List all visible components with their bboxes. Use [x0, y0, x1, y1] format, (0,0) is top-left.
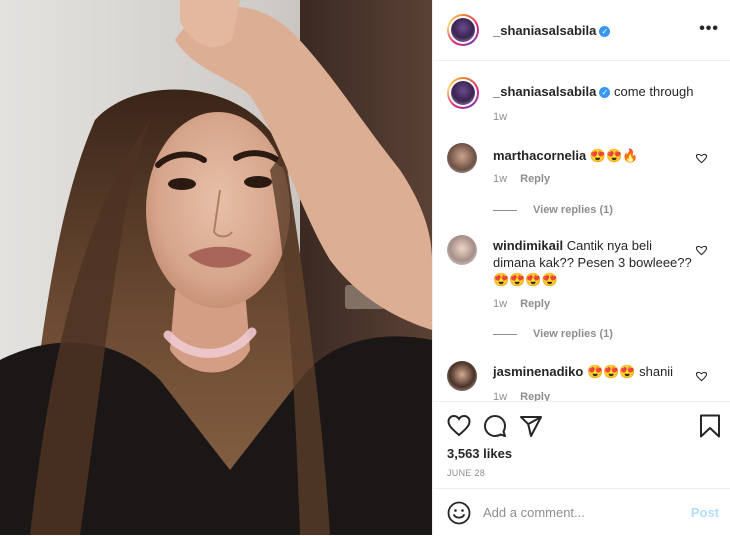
reply-button[interactable]: Reply — [520, 391, 550, 401]
author-avatar[interactable] — [447, 14, 479, 46]
comment-like-heart-icon[interactable] — [696, 245, 707, 256]
comment-text: 😍😍🔥 — [589, 148, 639, 163]
bookmark-icon[interactable] — [699, 414, 721, 438]
author-name-row: _shaniasalsabila ✓ — [493, 22, 611, 40]
commenter-avatar[interactable] — [447, 143, 477, 173]
post-photo[interactable] — [0, 0, 432, 535]
post-side-panel: _shaniasalsabila ✓ ••• _shaniasalsabila ✓ … — [432, 0, 730, 535]
view-replies-button[interactable]: View replies (1) — [493, 204, 613, 216]
comment-input[interactable] — [483, 501, 683, 523]
more-options-icon[interactable]: ••• — [699, 20, 719, 38]
instagram-post: _shaniasalsabila ✓ ••• _shaniasalsabila ✓ … — [0, 0, 730, 535]
emoji-smiley-icon[interactable] — [447, 501, 471, 525]
commenter-avatar[interactable] — [447, 361, 477, 391]
portrait-photo-image — [0, 0, 432, 535]
comment-text-row: windimikail Cantik nya beli dimana kak??… — [493, 237, 693, 288]
post-actions: 3,563 likes JUNE 28 Post — [433, 401, 730, 535]
author-username[interactable]: _shaniasalsabila — [493, 23, 596, 38]
comment-meta: 1w Reply — [493, 298, 560, 310]
reply-button[interactable]: Reply — [520, 173, 550, 185]
post-comment-button[interactable]: Post — [691, 505, 719, 520]
caption-text-row: _shaniasalsabila ✓ come through — [493, 83, 723, 100]
author-avatar-image — [451, 18, 475, 42]
comment-like-heart-icon[interactable] — [696, 153, 707, 164]
comments-list[interactable]: _shaniasalsabila ✓ come through 1w martha… — [433, 61, 730, 401]
comment-time[interactable]: 1w — [493, 298, 507, 310]
comment-username[interactable]: jasminenadiko — [493, 364, 583, 379]
view-replies-button[interactable]: View replies (1) — [493, 328, 613, 340]
like-count[interactable]: 3,563 likes — [447, 446, 512, 461]
caption-meta: 1w — [493, 111, 517, 123]
comment-meta: 1w Reply — [493, 173, 560, 185]
caption-username[interactable]: _shaniasalsabila — [493, 84, 596, 99]
post-header: _shaniasalsabila ✓ ••• — [433, 0, 730, 61]
verified-badge-icon: ✓ — [599, 87, 611, 98]
caption-time[interactable]: 1w — [493, 111, 507, 123]
comment-text-row: jasminenadiko 😍😍😍 shanii — [493, 363, 693, 380]
comment-like-heart-icon[interactable] — [696, 371, 707, 382]
paper-plane-icon[interactable] — [519, 414, 543, 438]
post-date[interactable]: JUNE 28 — [447, 468, 485, 478]
heart-icon[interactable] — [447, 414, 471, 438]
caption-avatar-image — [451, 81, 475, 105]
caption-avatar[interactable] — [447, 77, 479, 109]
comment-time[interactable]: 1w — [493, 173, 507, 185]
add-comment-bar: Post — [433, 488, 730, 536]
verified-badge-icon: ✓ — [599, 26, 611, 37]
comment-bubble-icon[interactable] — [483, 414, 507, 438]
comment-text: 😍😍😍 shanii — [586, 364, 674, 379]
caption-text: come through — [613, 84, 694, 99]
comment-text-row: marthacornelia 😍😍🔥 — [493, 147, 693, 164]
comment-username[interactable]: windimikail — [493, 238, 563, 253]
comment-meta: 1w Reply — [493, 391, 560, 401]
comment-time[interactable]: 1w — [493, 391, 507, 401]
commenter-avatar[interactable] — [447, 235, 477, 265]
comment-username[interactable]: marthacornelia — [493, 148, 586, 163]
reply-button[interactable]: Reply — [520, 298, 550, 310]
